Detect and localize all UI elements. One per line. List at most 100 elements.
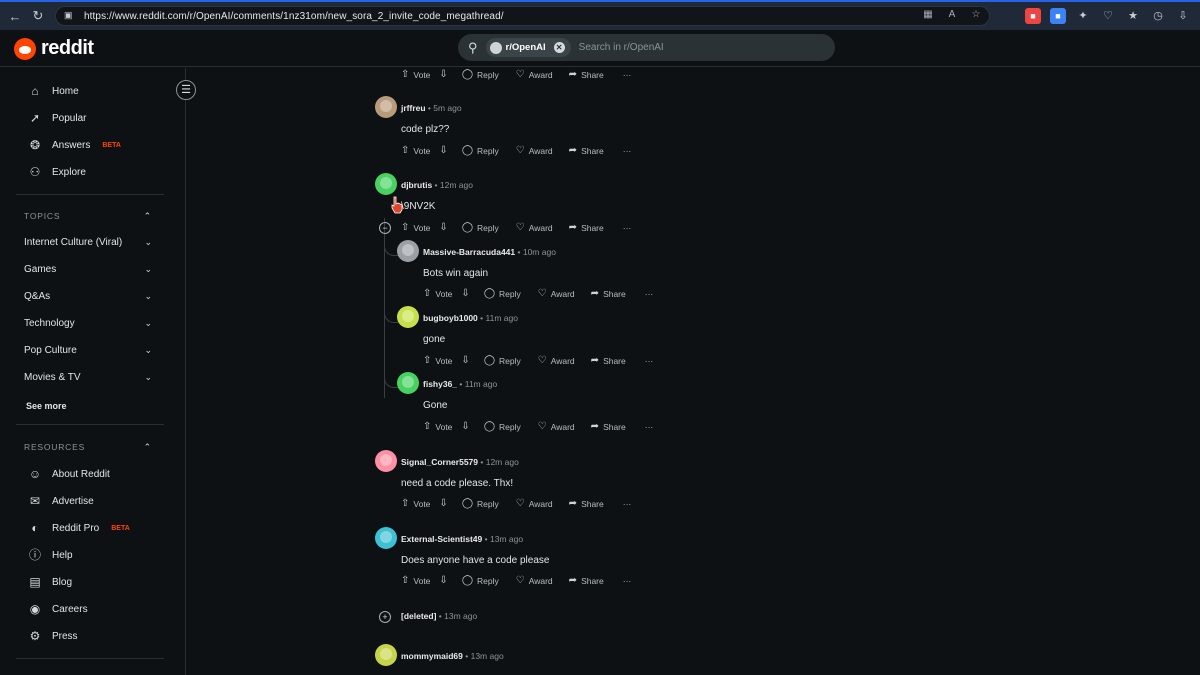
award-button[interactable]: ♡ Award (516, 145, 553, 156)
reply-button[interactable]: ◯ Reply (462, 69, 499, 80)
share-button[interactable]: ➦ Share (569, 69, 604, 80)
comment-timestamp[interactable]: 11m ago (465, 379, 497, 389)
more-options-icon[interactable]: ··· (645, 289, 654, 299)
sidebar-item-press[interactable]: ⚙ Press (28, 627, 78, 645)
award-button[interactable]: ♡ Award (516, 222, 553, 233)
upvote-icon[interactable]: ⇧ (423, 288, 431, 299)
more-options-icon[interactable]: ··· (623, 223, 632, 233)
more-options-icon[interactable]: ··· (623, 146, 632, 156)
share-button[interactable]: ➦ Share (569, 145, 604, 156)
sidebar-item-blog[interactable]: ▤ Blog (28, 573, 72, 591)
upvote-icon[interactable]: ⇧ (401, 222, 409, 233)
sidebar-item-home[interactable]: ⌂ Home (28, 82, 78, 100)
see-more-link[interactable]: See more (26, 401, 67, 411)
share-button[interactable]: ➦ Share (569, 575, 604, 586)
sidebar-item-reddit-pro[interactable]: ◐ Reddit Pro BETA (28, 519, 129, 537)
sidebar-item-about-reddit[interactable]: ☺ About Reddit (28, 465, 110, 483)
reply-button[interactable]: ◯ Reply (484, 421, 521, 432)
url-text[interactable]: https://www.reddit.com/r/OpenAI/comments… (84, 11, 504, 22)
reply-button[interactable]: ◯ Reply (484, 288, 521, 299)
topic-technology[interactable]: Technology ⌄ (24, 318, 152, 329)
search-placeholder[interactable]: Search in r/OpenAI (579, 42, 664, 53)
history-icon[interactable]: ◷ (1150, 8, 1166, 24)
downvote-icon[interactable]: ⇩ (439, 575, 447, 586)
refresh-icon[interactable]: ↻ (26, 4, 50, 28)
topic-qas[interactable]: Q&As ⌄ (24, 291, 152, 302)
comment-username[interactable]: [deleted] (401, 611, 436, 621)
comment-username[interactable]: External-Scientist49 (401, 534, 482, 544)
comment-timestamp[interactable]: 10m ago (523, 247, 556, 257)
downvote-icon[interactable]: ⇩ (461, 421, 469, 432)
user-avatar[interactable] (375, 644, 397, 666)
upvote-icon[interactable]: ⇧ (401, 498, 409, 509)
comment-timestamp[interactable]: 13m ago (490, 534, 523, 544)
share-button[interactable]: ➦ Share (569, 222, 604, 233)
comment-username[interactable]: djbrutis (401, 180, 432, 190)
apps-icon[interactable]: ▦ (921, 9, 935, 23)
comment-username[interactable]: Signal_Corner5579 (401, 457, 478, 467)
topic-internet-culture[interactable]: Internet Culture (Viral) ⌄ (24, 237, 152, 248)
topics-header[interactable]: TOPICS ⌃ (24, 211, 152, 222)
downvote-icon[interactable]: ⇩ (439, 69, 447, 80)
read-aloud-icon[interactable]: A (945, 9, 959, 23)
award-button[interactable]: ♡ Award (516, 69, 553, 80)
comment-username[interactable]: Massive-Barracuda441 (423, 247, 515, 257)
comment-username[interactable]: bugboyb1000 (423, 313, 478, 323)
reddit-logo[interactable]: reddit (14, 37, 94, 60)
more-options-icon[interactable]: ··· (645, 422, 654, 432)
comment-timestamp[interactable]: 12m ago (486, 457, 519, 467)
share-button[interactable]: ➦ Share (591, 288, 626, 299)
sidebar-toggle-button[interactable]: ☰ (176, 80, 196, 100)
collapse-thread-icon[interactable]: − (379, 222, 391, 234)
sidebar-item-careers[interactable]: ◉ Careers (28, 600, 88, 618)
downloads-icon[interactable]: ⇩ (1175, 8, 1191, 24)
reply-button[interactable]: ◯ Reply (462, 575, 499, 586)
comment-timestamp[interactable]: 13m ago (471, 651, 504, 661)
comment-timestamp[interactable]: 5m ago (433, 103, 461, 113)
comment-username[interactable]: jrffreu (401, 103, 426, 113)
extension-blue-icon[interactable]: ■ (1050, 8, 1066, 24)
user-avatar[interactable] (375, 450, 397, 472)
upvote-icon[interactable]: ⇧ (401, 145, 409, 156)
downvote-icon[interactable]: ⇩ (461, 288, 469, 299)
share-button[interactable]: ➦ Share (591, 355, 626, 366)
comment-timestamp[interactable]: 13m ago (444, 611, 477, 621)
sidebar-item-explore[interactable]: ⚇ Explore (28, 163, 86, 181)
user-avatar[interactable] (375, 173, 397, 195)
user-avatar[interactable] (375, 96, 397, 118)
reply-button[interactable]: ◯ Reply (462, 498, 499, 509)
site-info-icon[interactable]: ▣ (64, 10, 76, 22)
award-button[interactable]: ♡ Award (538, 288, 575, 299)
sidebar-item-popular[interactable]: ➚ Popular (28, 109, 87, 127)
downvote-icon[interactable]: ⇩ (461, 355, 469, 366)
comment-timestamp[interactable]: 12m ago (440, 180, 473, 190)
downvote-icon[interactable]: ⇩ (439, 222, 447, 233)
upvote-icon[interactable]: ⇧ (423, 355, 431, 366)
award-button[interactable]: ♡ Award (516, 575, 553, 586)
comment-username[interactable]: fishy36_ (423, 379, 457, 389)
upvote-icon[interactable]: ⇧ (401, 69, 409, 80)
back-icon[interactable]: ← (3, 4, 27, 28)
more-options-icon[interactable]: ··· (623, 576, 632, 586)
user-avatar[interactable] (397, 372, 419, 394)
more-options-icon[interactable]: ··· (645, 356, 654, 366)
more-options-icon[interactable]: ··· (623, 70, 632, 80)
extension-red-icon[interactable]: ■ (1025, 8, 1041, 24)
search-bar[interactable]: ⚲ r/OpenAI ✕ Search in r/OpenAI (458, 34, 835, 61)
share-button[interactable]: ➦ Share (591, 421, 626, 432)
sidebar-item-help[interactable]: ⓘ Help (28, 546, 73, 564)
sidebar-item-advertise[interactable]: ✉ Advertise (28, 492, 94, 510)
expand-thread-icon[interactable]: + (379, 611, 391, 623)
user-avatar[interactable] (375, 527, 397, 549)
award-button[interactable]: ♡ Award (538, 355, 575, 366)
topic-games[interactable]: Games ⌄ (24, 264, 152, 275)
reply-button[interactable]: ◯ Reply (462, 145, 499, 156)
browser-essentials-icon[interactable]: ♡ (1100, 8, 1116, 24)
reply-button[interactable]: ◯ Reply (462, 222, 499, 233)
extensions-icon[interactable]: ✦ (1075, 8, 1091, 24)
upvote-icon[interactable]: ⇧ (401, 575, 409, 586)
reply-button[interactable]: ◯ Reply (484, 355, 521, 366)
clear-chip-icon[interactable]: ✕ (553, 42, 565, 53)
comment-username[interactable]: mommymaid69 (401, 651, 463, 661)
more-options-icon[interactable]: ··· (623, 499, 632, 509)
